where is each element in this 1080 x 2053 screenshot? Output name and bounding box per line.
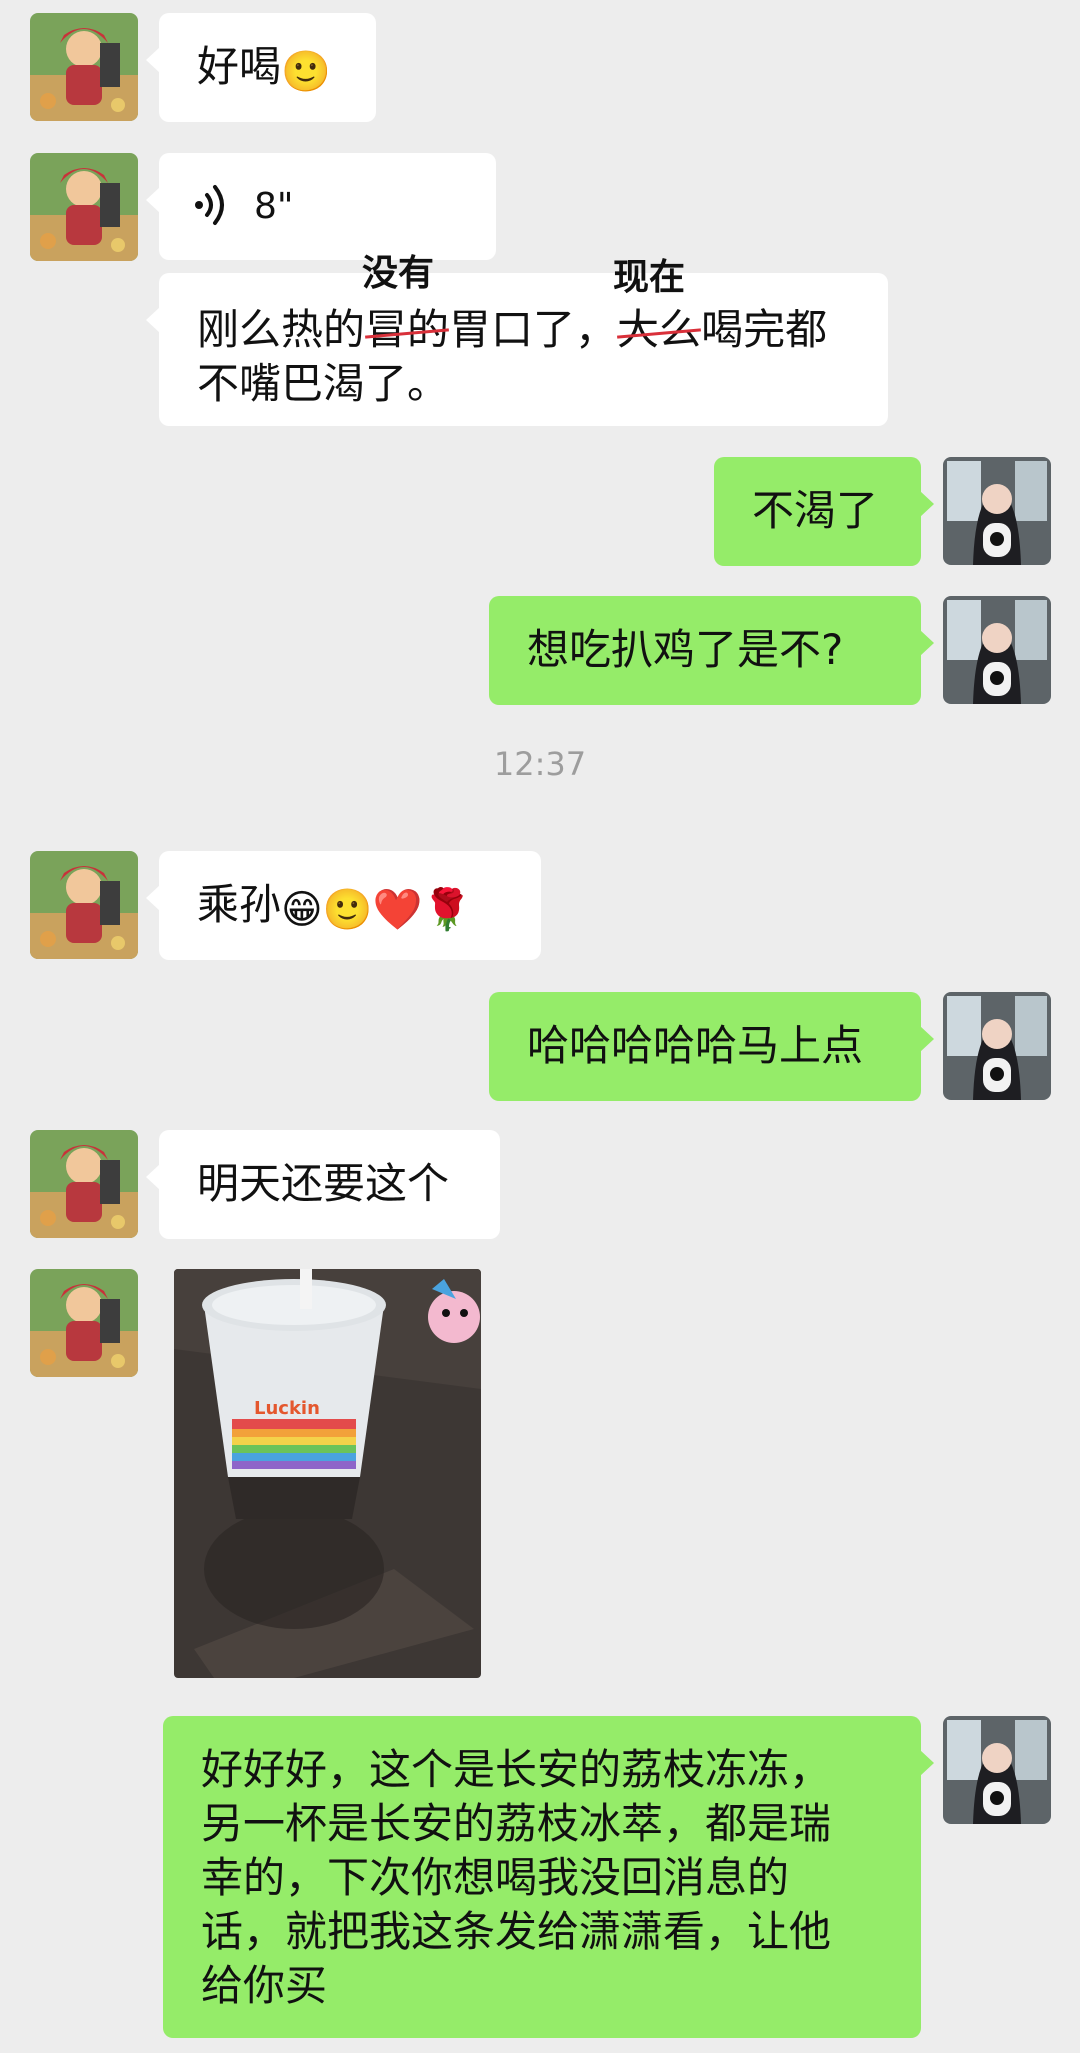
- message-text: 刚么热的: [197, 305, 366, 354]
- my-avatar[interactable]: [943, 992, 1051, 1100]
- my-avatar[interactable]: [943, 1716, 1051, 1824]
- struck-text: 冒的: [365, 303, 449, 357]
- message-bubble-outgoing[interactable]: 想吃扒鸡了是不?: [489, 596, 934, 705]
- message-text-line: 刚么热的冒的胃口了，大么喝完都: [197, 303, 888, 357]
- message-text: 乘孙: [197, 880, 282, 929]
- message-timestamp: 12:37: [493, 745, 587, 783]
- message-text: 喝完都: [701, 305, 828, 354]
- rose-emoji-icon: 🌹: [422, 887, 473, 933]
- grin-emoji-icon: 😁: [281, 887, 323, 933]
- contact-avatar[interactable]: [30, 153, 138, 261]
- my-avatar[interactable]: [943, 596, 1051, 704]
- message-text: 好喝: [197, 42, 282, 91]
- smiley-emoji-icon: 🙂: [322, 887, 373, 933]
- message-text: 话，就把我这条发给潇潇看，让他: [201, 1907, 832, 1956]
- cup-brand-label: Luckin: [254, 1398, 320, 1419]
- message-bubble-outgoing[interactable]: 哈哈哈哈哈马上点: [489, 992, 934, 1101]
- message-bubble-incoming[interactable]: 乘孙😁🙂❤️🌹: [146, 851, 541, 960]
- smiley-emoji-icon: 🙂: [281, 49, 331, 95]
- message-text: 好好好，这个是长安的荔枝冻冻，: [201, 1745, 832, 1794]
- message-bubble-outgoing[interactable]: 好好好，这个是长安的荔枝冻冻， 另一杯是长安的荔枝冰萃，都是瑞 幸的，下次你想喝…: [163, 1716, 934, 2038]
- contact-avatar[interactable]: [30, 851, 138, 959]
- voice-wave-icon: [195, 185, 224, 225]
- voice-duration: 8": [254, 186, 294, 227]
- contact-avatar[interactable]: [30, 1130, 138, 1238]
- message-bubble-incoming[interactable]: 明天还要这个: [146, 1130, 500, 1239]
- message-bubble-incoming[interactable]: 刚么热的冒的胃口了，大么喝完都 不嘴巴渴了。: [146, 273, 888, 426]
- message-text: 幸的，下次你想喝我没回消息的: [201, 1853, 790, 1902]
- my-avatar[interactable]: [943, 457, 1051, 565]
- message-bubble-outgoing[interactable]: 不渴了: [714, 457, 934, 566]
- message-text: 想吃扒鸡了是不?: [527, 625, 844, 674]
- message-bubble-incoming[interactable]: 好喝🙂: [146, 13, 376, 122]
- contact-avatar[interactable]: [30, 13, 138, 121]
- contact-avatar[interactable]: [30, 1269, 138, 1377]
- message-text: 胃口了，: [449, 305, 618, 354]
- message-text: 给你买: [201, 1961, 328, 2010]
- message-text: 不嘴巴渴了。: [197, 359, 450, 408]
- message-text: 另一杯是长安的荔枝冰萃，都是瑞: [201, 1799, 832, 1848]
- message-text: 哈哈哈哈哈马上点: [527, 1021, 864, 1070]
- handwritten-correction: 没有: [362, 253, 435, 294]
- heart-emoji-icon: ❤️: [372, 887, 423, 933]
- handwritten-correction: 现在: [613, 257, 686, 298]
- message-text: 不渴了: [752, 486, 879, 535]
- photo-message[interactable]: Luckin: [174, 1269, 481, 1678]
- message-text: 明天还要这个: [197, 1159, 450, 1208]
- struck-text: 大么: [617, 303, 701, 357]
